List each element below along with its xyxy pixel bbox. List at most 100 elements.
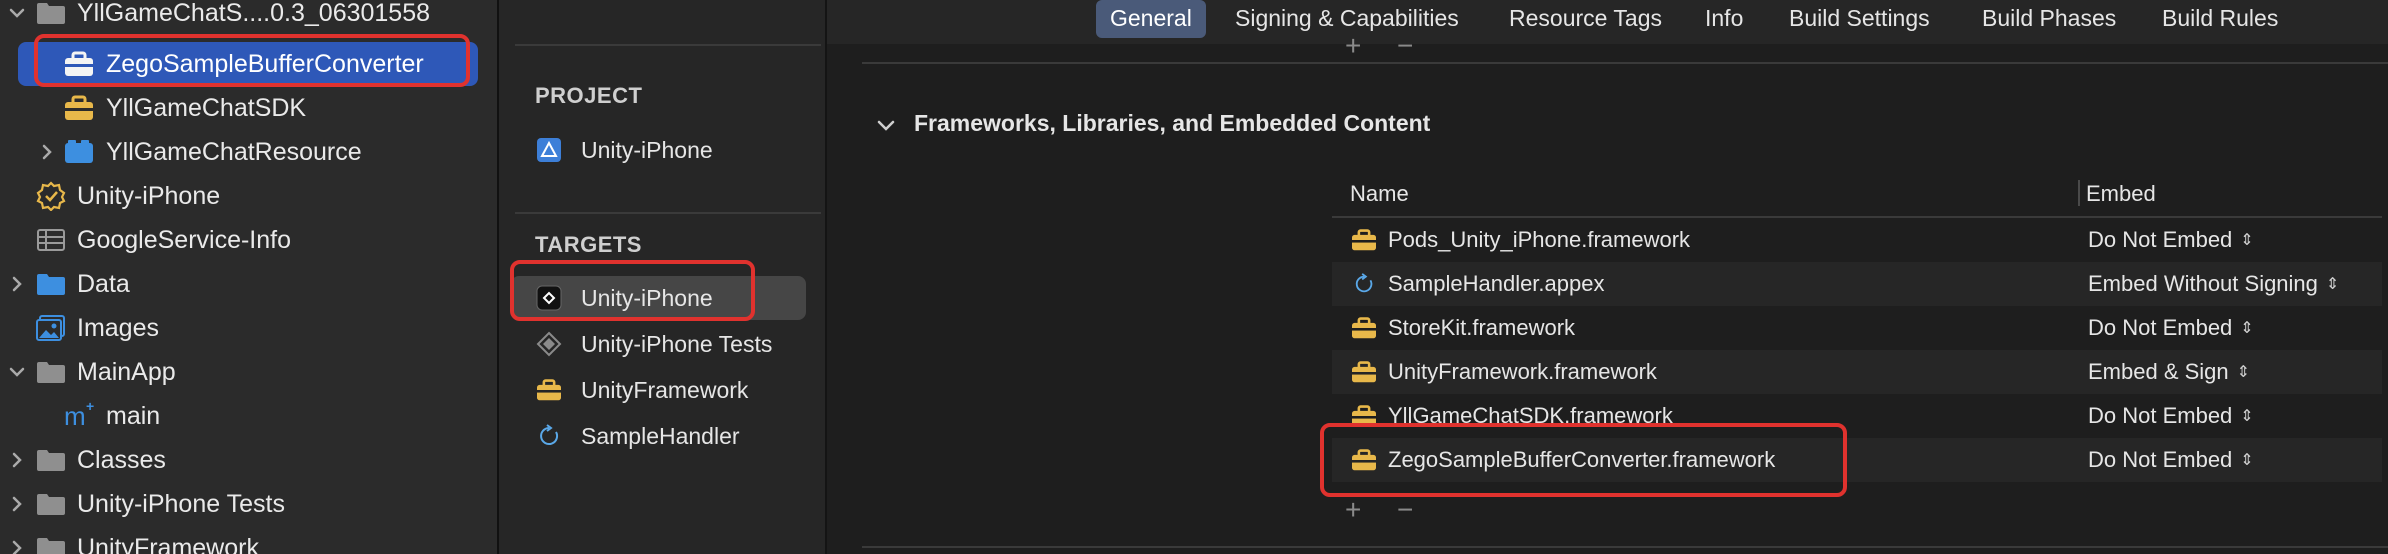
add-framework-button[interactable]: + bbox=[1345, 494, 1361, 526]
navigator-row-mainapp[interactable]: MainApp bbox=[0, 350, 497, 394]
tab-build-settings[interactable]: Build Settings bbox=[1775, 0, 1944, 38]
navigator-item-label: MainApp bbox=[77, 358, 176, 386]
chevron-right-icon[interactable] bbox=[8, 539, 26, 554]
project-heading: PROJECT bbox=[535, 83, 643, 108]
embed-select[interactable]: Embed Without Signing ⇕ bbox=[2088, 262, 2339, 306]
embed-select[interactable]: Do Not Embed ⇕ bbox=[2088, 394, 2254, 438]
navigator-row-yllgamechatresource[interactable]: YllGameChatResource bbox=[0, 130, 497, 174]
project-file-icon bbox=[535, 136, 563, 164]
table-row[interactable]: SampleHandler.appex Embed Without Signin… bbox=[1332, 262, 2382, 306]
framework-name: ZegoSampleBufferConverter.framework bbox=[1388, 447, 1776, 472]
up-down-chevron-icon: ⇕ bbox=[2240, 452, 2254, 470]
navigator-row-data[interactable]: Data bbox=[0, 262, 497, 306]
embed-select[interactable]: Do Not Embed ⇕ bbox=[2088, 438, 2254, 482]
chevron-right-icon[interactable] bbox=[8, 495, 26, 513]
project-item-unity-iphone[interactable]: Unity-iPhone bbox=[511, 128, 806, 172]
toolbox-icon bbox=[1350, 227, 1378, 253]
framework-name: Pods_Unity_iPhone.framework bbox=[1388, 227, 1691, 252]
table-row[interactable]: YllGameChatSDK.framework Do Not Embed ⇕ bbox=[1332, 394, 2382, 438]
navigator-row-googleservice-info[interactable]: GoogleService-Info bbox=[0, 218, 497, 262]
navigator-row-main[interactable]: m + main bbox=[0, 394, 497, 438]
table-row[interactable]: ZegoSampleBufferConverter.framework Do N… bbox=[1332, 438, 2382, 482]
chevron-down-icon[interactable] bbox=[8, 4, 26, 22]
navigator-item-label: GoogleService-Info bbox=[77, 226, 292, 254]
navigator-row-group[interactable]: YllGameChatS....0.3_06301558 bbox=[0, 0, 497, 35]
add-button-top[interactable]: + bbox=[1345, 30, 1361, 62]
column-header-name[interactable]: Name bbox=[1350, 172, 1409, 216]
toolbox-icon bbox=[1350, 359, 1378, 385]
tab-info[interactable]: Info bbox=[1691, 0, 1757, 38]
panel-top-separator bbox=[515, 44, 821, 46]
tab-build-phases[interactable]: Build Phases bbox=[1968, 0, 2130, 38]
folder-icon bbox=[34, 445, 68, 475]
folder-icon bbox=[34, 533, 68, 554]
project-item-label: Unity-iPhone bbox=[581, 136, 713, 163]
navigator-row-unity-iphone[interactable]: Unity-iPhone bbox=[0, 174, 497, 218]
table-row[interactable]: StoreKit.framework Do Not Embed ⇕ bbox=[1332, 306, 2382, 350]
navigator-item-label: YllGameChatSDK bbox=[106, 94, 307, 122]
targets-heading: TARGETS bbox=[535, 232, 642, 257]
remove-framework-button[interactable]: − bbox=[1397, 494, 1413, 526]
table-row[interactable]: UnityFramework.framework Embed & Sign ⇕ bbox=[1332, 350, 2382, 394]
up-down-chevron-icon: ⇕ bbox=[2240, 232, 2254, 250]
navigator-row-unity-iphone-tests[interactable]: Unity-iPhone Tests bbox=[0, 482, 497, 526]
section-separator bbox=[862, 62, 2388, 64]
extension-icon bbox=[1350, 271, 1378, 297]
up-down-chevron-icon: ⇕ bbox=[2240, 320, 2254, 338]
toolbox-icon bbox=[1350, 403, 1378, 429]
navigator-row-images[interactable]: Images bbox=[0, 306, 497, 350]
target-samplehandler[interactable]: SampleHandler bbox=[511, 414, 806, 458]
target-unity-iphone-tests[interactable]: Unity-iPhone Tests bbox=[511, 322, 806, 366]
chevron-down-icon[interactable] bbox=[876, 116, 896, 141]
navigator-item-label: ZegoSampleBufferConverter bbox=[106, 50, 424, 78]
toolbox-icon bbox=[1350, 447, 1378, 473]
navigator-item-label: Unity-iPhone Tests bbox=[77, 490, 285, 518]
navigator-row-classes[interactable]: Classes bbox=[0, 438, 497, 482]
embed-value: Do Not Embed bbox=[2088, 227, 2233, 252]
plist-icon bbox=[34, 225, 68, 255]
toolbox-icon bbox=[1350, 315, 1378, 341]
embed-select[interactable]: Do Not Embed ⇕ bbox=[2088, 218, 2254, 262]
objc-file-icon: m + bbox=[62, 401, 96, 431]
column-divider[interactable] bbox=[2078, 180, 2080, 206]
project-targets-panel: PROJECT Unity-iPhone TARGETS Unity-iPhon… bbox=[499, 0, 825, 554]
svg-text:m: m bbox=[64, 401, 86, 431]
target-unity-iphone[interactable]: Unity-iPhone bbox=[511, 276, 806, 320]
up-down-chevron-icon: ⇕ bbox=[2325, 276, 2340, 294]
embed-value: Embed & Sign bbox=[2088, 359, 2229, 384]
table-row[interactable]: Pods_Unity_iPhone.framework Do Not Embed… bbox=[1332, 218, 2382, 262]
chevron-down-icon[interactable] bbox=[8, 363, 26, 381]
toolbox-icon bbox=[62, 49, 96, 79]
column-header-embed[interactable]: Embed bbox=[2086, 172, 2156, 216]
framework-name: StoreKit.framework bbox=[1388, 315, 1576, 340]
test-target-icon bbox=[535, 330, 563, 358]
panel-section-separator bbox=[515, 212, 821, 214]
tab-resource-tags[interactable]: Resource Tags bbox=[1495, 0, 1676, 38]
embed-select[interactable]: Do Not Embed ⇕ bbox=[2088, 306, 2254, 350]
badge-icon bbox=[34, 181, 68, 211]
tab-general[interactable]: General bbox=[1096, 0, 1206, 38]
chevron-right-icon[interactable] bbox=[8, 275, 26, 293]
chevron-right-icon[interactable] bbox=[38, 143, 56, 161]
extension-icon bbox=[535, 422, 563, 450]
navigator-item-label: YllGameChatS....0.3_06301558 bbox=[77, 0, 431, 27]
image-asset-icon bbox=[34, 313, 68, 343]
embed-value: Embed Without Signing bbox=[2088, 271, 2318, 296]
target-unityframework[interactable]: UnityFramework bbox=[511, 368, 806, 412]
navigator-item-label: UnityFramework bbox=[77, 534, 259, 554]
navigator-row-yllgamechatsdk[interactable]: YllGameChatSDK bbox=[0, 86, 497, 130]
embed-value: Do Not Embed bbox=[2088, 447, 2233, 472]
embed-value: Do Not Embed bbox=[2088, 315, 2233, 340]
chevron-right-icon[interactable] bbox=[8, 451, 26, 469]
framework-name: YllGameChatSDK.framework bbox=[1388, 403, 1673, 428]
navigator-row-zego-converter[interactable]: ZegoSampleBufferConverter bbox=[0, 42, 497, 86]
navigator-item-label: Classes bbox=[77, 446, 166, 474]
folder-icon bbox=[34, 357, 68, 387]
remove-button-top[interactable]: − bbox=[1397, 30, 1413, 62]
tab-build-rules[interactable]: Build Rules bbox=[2148, 0, 2292, 38]
target-label: Unity-iPhone bbox=[581, 284, 713, 311]
embed-select[interactable]: Embed & Sign ⇕ bbox=[2088, 350, 2250, 394]
bundle-icon bbox=[62, 137, 96, 167]
navigator-row-unityframework[interactable]: UnityFramework bbox=[0, 526, 497, 554]
folder-icon bbox=[34, 0, 68, 28]
